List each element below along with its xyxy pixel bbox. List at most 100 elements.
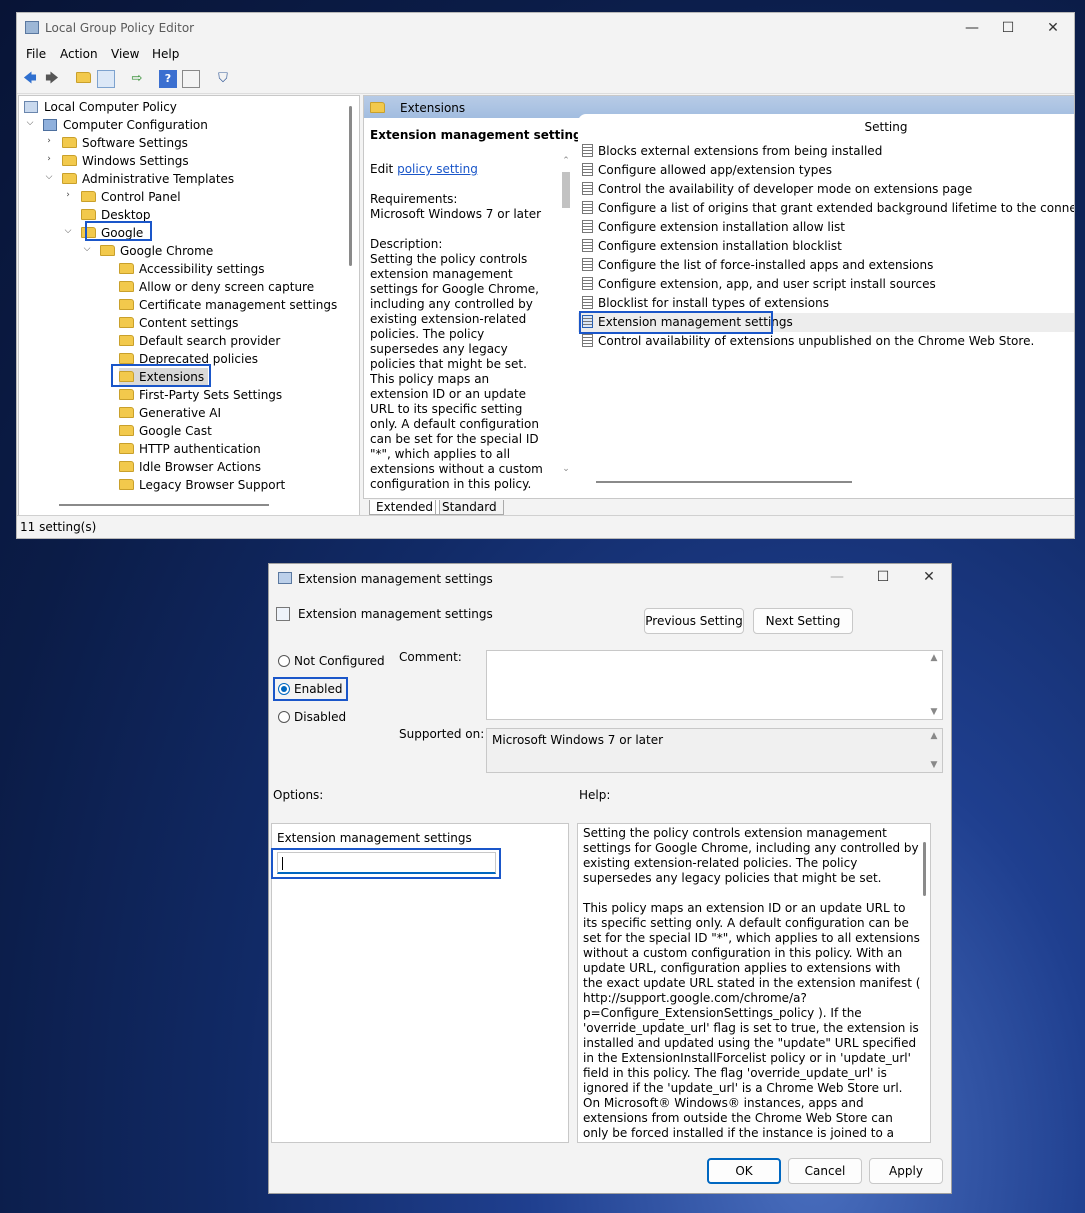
tree-item-certificate-management[interactable]: Certificate management settings xyxy=(119,296,337,314)
comment-textarea[interactable]: ▲ ▼ xyxy=(486,650,943,720)
tree-item-local-computer-policy[interactable]: Local Computer Policy xyxy=(24,98,177,116)
tree-item-administrative-templates[interactable]: Administrative Templates xyxy=(62,170,234,188)
up-folder-icon[interactable] xyxy=(74,70,92,88)
setting-row[interactable]: Configure extension installation allow l… xyxy=(582,218,845,237)
tree-item-computer-configuration[interactable]: Computer Configuration xyxy=(43,116,208,134)
option-field-label: Extension management settings xyxy=(277,831,472,845)
not-configured-radio[interactable] xyxy=(278,655,290,667)
menu-view[interactable]: View xyxy=(111,47,139,61)
tree-item-windows-settings[interactable]: Windows Settings xyxy=(62,152,189,170)
close-icon[interactable]: ✕ xyxy=(918,568,940,586)
chevron-down-icon[interactable]: ⌵ xyxy=(44,172,54,182)
chevron-down-icon[interactable]: ⌵ xyxy=(25,118,35,128)
setting-column-header[interactable]: Setting xyxy=(578,120,1074,140)
policy-document-icon xyxy=(582,182,593,195)
details-pane: Extensions Extension management settings… xyxy=(363,95,1074,499)
dialog-app-icon xyxy=(278,572,292,584)
help-paragraph-2: This policy maps an extension ID or an u… xyxy=(583,901,921,1095)
show-hide-tree-icon[interactable] xyxy=(97,70,115,88)
maximize-icon[interactable]: ☐ xyxy=(997,19,1019,37)
tree-item-first-party-sets[interactable]: First-Party Sets Settings xyxy=(119,386,282,404)
policy-setting-dialog: Extension management settings — ☐ ✕ Exte… xyxy=(268,563,952,1194)
category-header-title: Extensions xyxy=(400,101,466,115)
menu-help[interactable]: Help xyxy=(152,47,179,61)
help-label: Help: xyxy=(579,788,611,802)
cancel-button[interactable]: Cancel xyxy=(788,1158,862,1184)
previous-setting-button[interactable]: Previous Setting xyxy=(644,608,744,634)
properties-icon[interactable] xyxy=(182,70,200,88)
tree-pane: Local Computer Policy ⌵ Computer Configu… xyxy=(18,95,360,516)
app-icon xyxy=(25,21,39,34)
policy-settings-icon xyxy=(276,607,290,621)
ok-button[interactable]: OK xyxy=(707,1158,781,1184)
help-icon[interactable]: ? xyxy=(159,70,177,88)
policy-document-icon xyxy=(582,220,593,233)
disabled-radio[interactable] xyxy=(278,711,290,723)
setting-row[interactable]: Configure extension, app, and user scrip… xyxy=(582,275,936,294)
tree-item-content-settings[interactable]: Content settings xyxy=(119,314,238,332)
next-setting-button[interactable]: Next Setting xyxy=(753,608,853,634)
help-scrollbar-thumb[interactable] xyxy=(923,842,926,896)
chevron-right-icon[interactable]: › xyxy=(63,190,73,200)
desc-scroll-up-icon[interactable]: ⌃ xyxy=(560,156,572,166)
tree-item-accessibility-settings[interactable]: Accessibility settings xyxy=(119,260,265,278)
tree-item-default-search-provider[interactable]: Default search provider xyxy=(119,332,280,350)
tree-item-idle-browser-actions[interactable]: Idle Browser Actions xyxy=(119,458,261,476)
tree-item-generative-ai[interactable]: Generative AI xyxy=(119,404,221,422)
tree-vertical-scrollbar[interactable] xyxy=(349,106,352,266)
chevron-right-icon[interactable]: › xyxy=(44,136,54,146)
tree-horizontal-scrollbar[interactable] xyxy=(59,504,269,506)
setting-row[interactable]: Configure the list of force-installed ap… xyxy=(582,256,933,275)
back-arrow-icon[interactable]: 🡄 xyxy=(21,70,39,88)
policy-document-icon xyxy=(582,258,593,271)
folder-icon xyxy=(119,353,134,364)
chevron-down-icon[interactable]: ⌵ xyxy=(82,244,92,254)
forward-arrow-icon[interactable]: 🡆 xyxy=(43,70,61,88)
folder-icon xyxy=(119,407,134,418)
tree-item-google-cast[interactable]: Google Cast xyxy=(119,422,212,440)
policy-document-icon xyxy=(582,201,593,214)
maximize-icon[interactable]: ☐ xyxy=(872,568,894,586)
description-label: Description: xyxy=(370,237,443,251)
folder-icon xyxy=(119,335,134,346)
setting-row[interactable]: Control the availability of developer mo… xyxy=(582,180,972,199)
setting-row[interactable]: Configure allowed app/extension types xyxy=(582,161,832,180)
chevron-right-icon[interactable]: › xyxy=(44,154,54,164)
menu-action[interactable]: Action xyxy=(60,47,98,61)
menu-file[interactable]: File xyxy=(26,47,46,61)
apply-button[interactable]: Apply xyxy=(869,1158,943,1184)
setting-row[interactable]: Control availability of extensions unpub… xyxy=(582,332,1034,351)
folder-icon xyxy=(81,191,96,202)
scroll-up-icon[interactable]: ▲ xyxy=(928,731,940,741)
tree-item-control-panel[interactable]: Control Panel xyxy=(81,188,181,206)
tree-item-http-authentication[interactable]: HTTP authentication xyxy=(119,440,261,458)
desc-scroll-down-icon[interactable]: ⌄ xyxy=(560,464,572,474)
setting-row[interactable]: Blocks external extensions from being in… xyxy=(582,142,882,161)
folder-icon xyxy=(119,443,134,454)
filter-icon[interactable]: ⛉ xyxy=(214,70,232,88)
tab-extended[interactable]: Extended xyxy=(369,500,440,515)
setting-row[interactable]: Configure a list of origins that grant e… xyxy=(582,199,1074,218)
edit-policy-link[interactable]: policy setting xyxy=(397,162,478,176)
tree-item-google-chrome[interactable]: Google Chrome xyxy=(100,242,213,260)
folder-icon xyxy=(119,425,134,436)
list-horizontal-scrollbar[interactable] xyxy=(596,481,852,483)
scroll-down-icon[interactable]: ▼ xyxy=(928,760,940,770)
minimize-icon[interactable]: — xyxy=(961,19,983,37)
supported-on-label: Supported on: xyxy=(399,727,485,741)
chevron-down-icon[interactable]: ⌵ xyxy=(63,226,73,236)
desc-scrollbar-thumb[interactable] xyxy=(562,172,570,208)
tree-item-software-settings[interactable]: Software Settings xyxy=(62,134,188,152)
group-policy-editor-window: Local Group Policy Editor — ☐ ✕ File Act… xyxy=(16,12,1075,539)
folder-icon xyxy=(119,281,134,292)
tab-standard[interactable]: Standard xyxy=(435,500,504,515)
folder-icon xyxy=(119,389,134,400)
tree-item-screen-capture[interactable]: Allow or deny screen capture xyxy=(119,278,314,296)
scroll-up-icon[interactable]: ▲ xyxy=(928,653,940,663)
setting-row[interactable]: Configure extension installation blockli… xyxy=(582,237,842,256)
tree-item-legacy-browser-support[interactable]: Legacy Browser Support xyxy=(119,476,285,494)
close-icon[interactable]: ✕ xyxy=(1042,19,1064,37)
export-list-icon[interactable]: ⇨ xyxy=(128,70,146,88)
desc-title: Extension management settings xyxy=(370,128,589,142)
scroll-down-icon[interactable]: ▼ xyxy=(928,707,940,717)
